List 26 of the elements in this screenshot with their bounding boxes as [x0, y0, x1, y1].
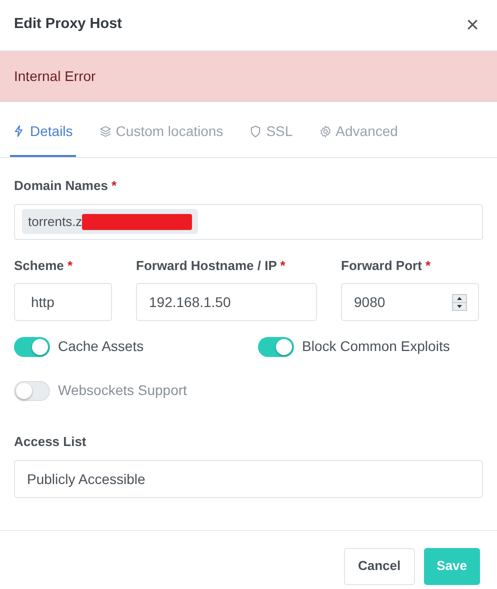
toggle-label: Websockets Support [58, 381, 187, 400]
input-field[interactable]: http [14, 283, 112, 321]
error-alert: Internal Error [0, 51, 497, 102]
toggle-label: Block Common Exploits [302, 337, 450, 356]
field-label: Forward Hostname / IP * [136, 256, 286, 274]
field-label: Domain Names * [14, 177, 118, 195]
domain-input-field[interactable]: torrents.z [14, 204, 483, 240]
field-label: Forward Port * [341, 256, 432, 274]
field-label: Scheme * [14, 256, 74, 274]
close-button[interactable]: × [462, 14, 483, 36]
layers-icon [98, 125, 112, 138]
toggle-label: Cache Assets [58, 337, 144, 356]
field-label: Access List [14, 433, 88, 451]
toggle-switch[interactable] [14, 380, 50, 400]
input-field[interactable]: 192.168.1.50 [136, 283, 317, 321]
settings-icon [318, 125, 332, 138]
port-input-field[interactable]: 9080 [341, 283, 479, 321]
spinner-icon[interactable] [452, 294, 467, 311]
modal-title: Edit Proxy Host [14, 15, 122, 34]
access-list-field[interactable]: Publicly Accessible [14, 460, 483, 498]
toggle-switch[interactable] [14, 336, 50, 356]
tab[interactable]: Details [10, 108, 76, 157]
cancel-button[interactable]: Cancel [344, 548, 415, 584]
toggle-switch[interactable] [258, 336, 294, 356]
shield-icon [249, 125, 262, 138]
domain-tag: torrents.z [22, 208, 198, 234]
